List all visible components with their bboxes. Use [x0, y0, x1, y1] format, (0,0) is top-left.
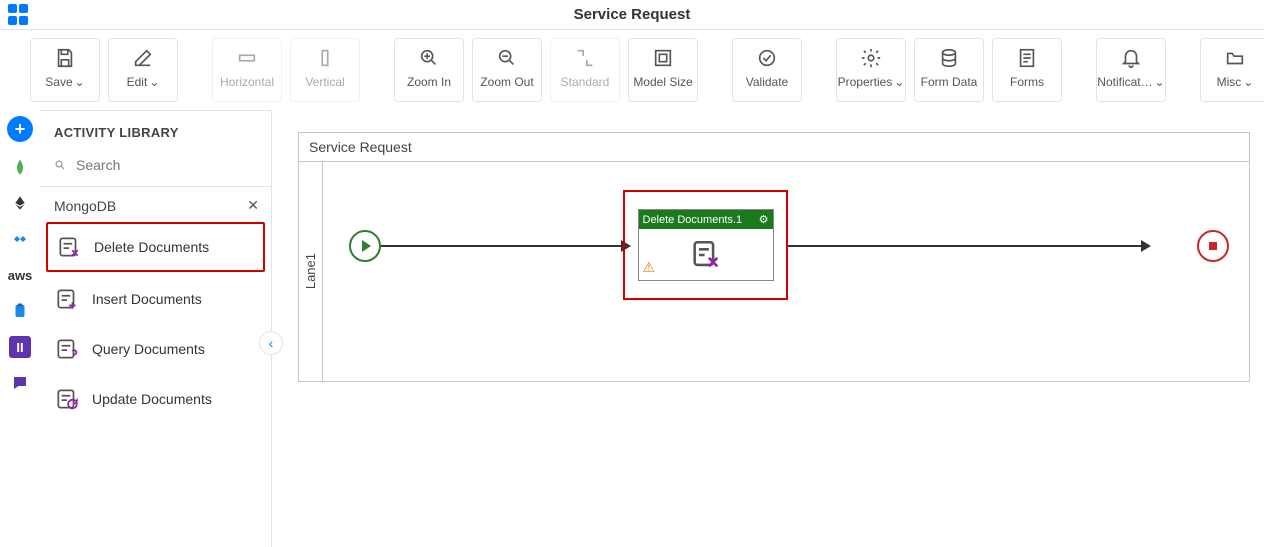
- integration-icon[interactable]: [9, 228, 31, 250]
- lane-header[interactable]: Lane1: [299, 162, 323, 381]
- lane-label: Lane1: [303, 253, 318, 289]
- zoom-in-label: Zoom In: [407, 75, 451, 89]
- standard-button: Standard: [550, 38, 620, 102]
- form-data-label: Form Data: [921, 75, 978, 89]
- search-input[interactable]: [74, 156, 259, 174]
- process-container: Service Request Lane1 Delete Docume: [298, 132, 1250, 382]
- activity-group-header: MongoDB ✕: [40, 187, 271, 220]
- standard-label: Standard: [561, 75, 610, 89]
- process-title: Service Request: [299, 133, 1249, 162]
- node-title: Delete Documents.1: [643, 214, 743, 226]
- delete-documents-icon: [689, 238, 723, 272]
- misc-label: Misc: [1217, 75, 1242, 89]
- activity-label: Delete Documents: [94, 239, 209, 255]
- end-node[interactable]: [1197, 230, 1229, 262]
- toolbar: Save⌄ Edit⌄ Horizontal Vertical Zoom In …: [0, 30, 1264, 110]
- zoom-in-button[interactable]: Zoom In: [394, 38, 464, 102]
- lane-canvas[interactable]: Delete Documents.1 ⚙ ⚠: [323, 162, 1249, 381]
- vertical-label: Vertical: [305, 75, 344, 89]
- process-canvas[interactable]: Service Request Lane1 Delete Docume: [272, 110, 1264, 547]
- zoom-out-label: Zoom Out: [480, 75, 533, 89]
- warning-icon: ⚠: [643, 259, 656, 276]
- activity-update-documents[interactable]: Update Documents: [46, 376, 265, 422]
- sidebar-title: ACTIVITY LIBRARY: [40, 111, 271, 150]
- forms-label: Forms: [1010, 75, 1044, 89]
- chevron-down-icon: ⌄: [75, 75, 85, 89]
- misc-button[interactable]: Misc⌄: [1200, 38, 1264, 102]
- activity-insert-documents[interactable]: Insert Documents: [46, 276, 265, 322]
- clipboard-icon[interactable]: [9, 300, 31, 322]
- start-node[interactable]: [349, 230, 381, 262]
- aws-icon[interactable]: aws: [9, 264, 31, 286]
- activity-label: Query Documents: [92, 341, 205, 357]
- add-button[interactable]: +: [7, 116, 33, 142]
- gear-icon[interactable]: ⚙: [759, 213, 769, 226]
- close-icon[interactable]: ✕: [247, 197, 259, 214]
- zoom-out-button[interactable]: Zoom Out: [472, 38, 542, 102]
- chevron-down-icon: ⌄: [894, 75, 904, 89]
- mongodb-icon[interactable]: [9, 156, 31, 178]
- sequence-flow[interactable]: [381, 245, 623, 247]
- activity-library-sidebar: ACTIVITY LIBRARY MongoDB ✕ Delete Docume…: [40, 110, 272, 547]
- activity-node-selection[interactable]: Delete Documents.1 ⚙ ⚠: [623, 190, 788, 300]
- arrow-icon: [1141, 240, 1151, 252]
- save-label: Save: [45, 75, 72, 89]
- search-icon: [54, 156, 66, 174]
- edit-button[interactable]: Edit⌄: [108, 38, 178, 102]
- edit-label: Edit: [127, 75, 148, 89]
- horizontal-button: Horizontal: [212, 38, 282, 102]
- properties-button[interactable]: Properties⌄: [836, 38, 906, 102]
- forms-button[interactable]: Forms: [992, 38, 1062, 102]
- ethereum-icon[interactable]: [9, 192, 31, 214]
- model-size-button[interactable]: Model Size: [628, 38, 698, 102]
- collapse-sidebar-button[interactable]: ‹: [259, 331, 283, 355]
- form-data-button[interactable]: Form Data: [914, 38, 984, 102]
- vertical-button: Vertical: [290, 38, 360, 102]
- notifications-button[interactable]: Notificat…⌄: [1096, 38, 1166, 102]
- notifications-label: Notificat…: [1097, 75, 1152, 89]
- activity-label: Update Documents: [92, 391, 212, 407]
- activity-label: Insert Documents: [92, 291, 202, 307]
- validate-label: Validate: [746, 75, 788, 89]
- activity-query-documents[interactable]: Query Documents: [46, 326, 265, 372]
- icon-rail: + aws II: [0, 110, 40, 547]
- horizontal-label: Horizontal: [220, 75, 274, 89]
- chat-icon[interactable]: [9, 372, 31, 394]
- sequence-flow[interactable]: [788, 245, 1143, 247]
- chevron-down-icon: ⌄: [149, 75, 159, 89]
- validate-button[interactable]: Validate: [732, 38, 802, 102]
- save-button[interactable]: Save⌄: [30, 38, 100, 102]
- activity-delete-documents[interactable]: Delete Documents: [46, 222, 265, 272]
- ii-icon[interactable]: II: [9, 336, 31, 358]
- delete-documents-node[interactable]: Delete Documents.1 ⚙ ⚠: [638, 209, 774, 281]
- model-size-label: Model Size: [633, 75, 692, 89]
- group-label: MongoDB: [54, 198, 116, 214]
- page-title: Service Request: [0, 6, 1264, 23]
- chevron-down-icon: ⌄: [1155, 75, 1165, 89]
- properties-label: Properties: [838, 75, 893, 89]
- chevron-down-icon: ⌄: [1243, 75, 1253, 89]
